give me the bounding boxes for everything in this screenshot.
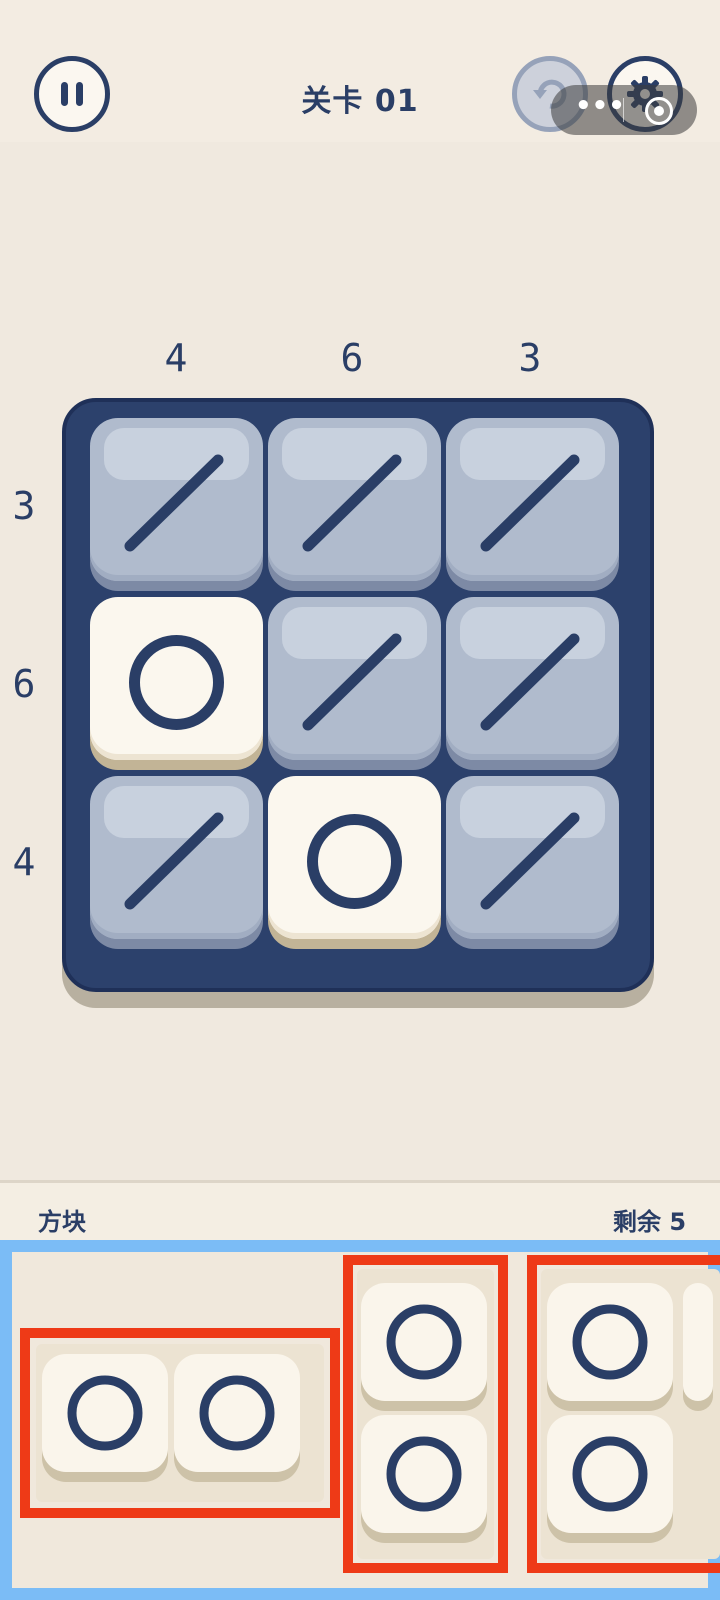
pause-icon xyxy=(57,82,87,106)
board-cell-r2-c2[interactable] xyxy=(268,597,441,760)
column-clue-1: 4 xyxy=(164,336,188,380)
piece-vertical-pair[interactable] xyxy=(343,1255,508,1573)
pause-button[interactable] xyxy=(34,56,110,132)
piece-tile xyxy=(361,1415,487,1533)
board-cell-r2-c3[interactable] xyxy=(446,597,619,760)
ring-icon xyxy=(307,814,402,909)
slash-icon xyxy=(480,812,580,910)
piece-tile xyxy=(42,1354,168,1472)
slash-icon xyxy=(124,454,224,552)
ring-icon xyxy=(67,1375,143,1451)
slash-icon xyxy=(302,454,402,552)
puzzle-board xyxy=(62,398,654,992)
piece-tile xyxy=(547,1415,673,1533)
slash-icon xyxy=(124,812,224,910)
slash-icon xyxy=(480,454,580,552)
column-clue-2: 6 xyxy=(340,336,364,380)
board-cell-r1-c3[interactable] xyxy=(446,418,619,581)
target-icon[interactable] xyxy=(645,97,673,125)
piece-tile xyxy=(547,1283,673,1401)
more-button[interactable]: ••• xyxy=(575,91,625,121)
slash-icon xyxy=(302,633,402,731)
capsule-divider xyxy=(623,98,624,122)
level-title: 关卡 01 xyxy=(301,84,419,119)
board-cell-r3-c1[interactable] xyxy=(90,776,263,939)
tray-title: 方块 xyxy=(38,1208,86,1236)
board-cell-r1-c1[interactable] xyxy=(90,418,263,581)
board-cell-r3-c3[interactable] xyxy=(446,776,619,939)
piece-tile-edge xyxy=(683,1283,713,1401)
ring-icon xyxy=(572,1436,648,1512)
piece-vertical-pair-partial[interactable] xyxy=(527,1255,720,1573)
ring-icon xyxy=(572,1304,648,1380)
row-clue-2: 6 xyxy=(12,662,36,706)
piece-tray-header xyxy=(0,1180,720,1243)
mini-program-capsule: ••• xyxy=(551,85,697,135)
ring-icon xyxy=(386,1436,462,1512)
ring-icon xyxy=(129,635,224,730)
slash-icon xyxy=(480,633,580,731)
piece-horizontal-pair[interactable] xyxy=(20,1328,340,1518)
remaining-count: 剩余 5 xyxy=(613,1208,687,1236)
board-cell-r2-c1[interactable] xyxy=(90,597,263,760)
board-cell-r1-c2[interactable] xyxy=(268,418,441,581)
column-clue-3: 3 xyxy=(518,336,542,380)
piece-tile xyxy=(174,1354,300,1472)
ring-icon xyxy=(199,1375,275,1451)
row-clue-3: 4 xyxy=(12,840,36,884)
board-cell-r3-c2[interactable] xyxy=(268,776,441,939)
piece-tile xyxy=(361,1283,487,1401)
ring-icon xyxy=(386,1304,462,1380)
row-clue-1: 3 xyxy=(12,484,36,528)
